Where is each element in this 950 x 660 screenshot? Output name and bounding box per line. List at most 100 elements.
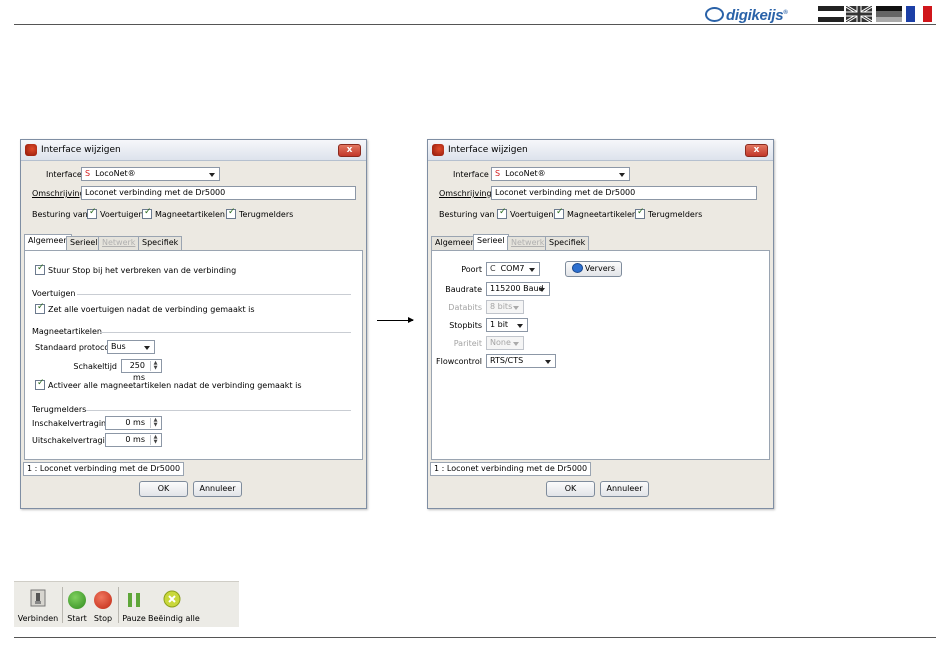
spinner-arrows-icon[interactable]: ▲ ▼ — [150, 435, 160, 445]
stopbits-select[interactable]: 1 bit — [486, 318, 528, 332]
control-toolbar: Verbinden Start Stop Pauze Beëindig alle — [14, 581, 239, 627]
chevron-down-icon — [144, 346, 150, 350]
stop-label: Stop — [93, 614, 113, 623]
activeer-magneet-checkbox[interactable] — [35, 378, 45, 390]
start-button[interactable]: Start — [65, 582, 89, 628]
voertuigen-check-label: Voertuigen — [510, 210, 554, 219]
interface-dialog-serieel: Interface wijzigen x Interface S LocoNet®… — [427, 139, 774, 509]
ok-button[interactable]: OK — [546, 481, 595, 497]
besturing-label: Besturing van — [32, 210, 88, 219]
chevron-down-icon — [513, 342, 519, 346]
header-divider — [14, 24, 936, 25]
interface-dialog-algemeen: Interface wijzigen x Interface S LocoNet®… — [20, 139, 367, 509]
start-label: Start — [67, 614, 87, 623]
terugmelders-check-label: Terugmelders — [239, 210, 294, 219]
zet-voertuigen-label: Zet alle voertuigen nadat de verbinding … — [48, 305, 255, 314]
protocol-select[interactable]: Bus — [107, 340, 155, 354]
uk-flag-icon[interactable] — [845, 4, 873, 24]
chevron-down-icon — [545, 360, 551, 364]
terugmelders-header: Terugmelders — [32, 405, 87, 414]
inschakel-spinner[interactable]: 0 ms ▲ ▼ — [105, 416, 162, 430]
tab-serieel[interactable]: Serieel — [473, 234, 509, 250]
terugmelders-checkbox[interactable] — [226, 207, 236, 219]
toolbar-separator — [62, 587, 63, 623]
magneetartikelen-checkbox[interactable] — [554, 207, 564, 219]
pause-icon — [128, 593, 140, 607]
stop-all-icon — [163, 590, 181, 608]
cancel-button[interactable]: Annuleer — [600, 481, 649, 497]
stopbits-label: Stopbits — [449, 321, 482, 330]
verbinden-label: Verbinden — [17, 614, 59, 623]
tab-specifiek[interactable]: Specifiek — [545, 236, 590, 250]
dialog-titlebar[interactable]: Interface wijzigen x — [21, 140, 366, 161]
uitschakel-label: Uitschakelvertraging — [32, 436, 115, 445]
schakeltijd-label: Schakeltijd — [73, 362, 117, 371]
poort-label: Poort — [461, 265, 482, 274]
magneetartikelen-check-label: Magneetartikelen — [155, 210, 225, 219]
baudrate-select[interactable]: 115200 Baud — [486, 282, 550, 296]
cancel-button[interactable]: Annuleer — [193, 481, 242, 497]
pariteit-label: Pariteit — [453, 339, 482, 348]
german-flag-icon[interactable] — [876, 6, 902, 22]
interface-value: LocoNet® — [95, 169, 136, 178]
schakeltijd-spinner[interactable]: 250 ms ▲ ▼ — [121, 359, 162, 382]
french-flag-icon[interactable] — [906, 6, 933, 22]
spinner-arrows-icon[interactable]: ▲ ▼ — [150, 418, 160, 428]
inschakel-value: 0 ms — [125, 418, 145, 427]
dialog-titlebar[interactable]: Interface wijzigen x — [428, 140, 773, 161]
poort-select[interactable]: C COM7 — [486, 262, 540, 276]
spinner-arrows-icon[interactable]: ▲ ▼ — [150, 361, 160, 371]
pauze-label: Pauze — [122, 614, 146, 623]
protocol-value: Bus — [111, 342, 126, 351]
beeindig-alle-button[interactable]: Beëindig alle — [148, 582, 200, 628]
flowcontrol-select[interactable]: RTS/CTS — [486, 354, 556, 368]
close-icon[interactable]: x — [338, 144, 361, 157]
interface-list-item[interactable]: 1 : Loconet verbinding met de Dr5000 — [430, 462, 592, 476]
digikeijs-logo: digikeijs® — [705, 5, 788, 24]
pauze-button[interactable]: Pauze — [120, 582, 148, 628]
verbinden-button[interactable]: Verbinden — [16, 582, 60, 628]
ververs-button[interactable]: Ververs — [565, 261, 622, 277]
arrow-right-icon — [377, 317, 414, 323]
stopbits-value: 1 bit — [490, 320, 509, 329]
dutch-flag-icon[interactable] — [818, 6, 844, 22]
footer-divider — [14, 637, 936, 638]
zet-voertuigen-checkbox[interactable] — [35, 302, 45, 314]
chevron-down-icon — [539, 288, 545, 292]
logo-text: digikeijs — [726, 7, 784, 24]
interface-select[interactable]: S LocoNet® — [81, 167, 220, 181]
interface-label: Interface — [46, 170, 82, 179]
voertuigen-checkbox[interactable] — [87, 207, 97, 219]
tab-serieel[interactable]: Serieel — [66, 236, 102, 250]
omschrijving-input[interactable]: Loconet verbinding met de Dr5000 — [491, 186, 757, 200]
omschrijving-input[interactable]: Loconet verbinding met de Dr5000 — [81, 186, 356, 200]
terugmelders-checkbox[interactable] — [635, 207, 645, 219]
stop-button[interactable]: Stop — [91, 582, 115, 628]
refresh-icon — [571, 263, 583, 273]
tab-specifiek[interactable]: Specifiek — [138, 236, 183, 250]
tab-netwerk: Netwerk — [507, 236, 549, 250]
poort-value: COM7 — [500, 264, 525, 273]
ok-button[interactable]: OK — [139, 481, 188, 497]
uitschakel-spinner[interactable]: 0 ms ▲ ▼ — [105, 433, 162, 447]
databits-select: 8 bits — [486, 300, 524, 314]
interface-list-item[interactable]: 1 : Loconet verbinding met de Dr5000 — [23, 462, 185, 476]
dialog-title: Interface wijzigen — [448, 145, 528, 155]
chevron-down-icon — [209, 173, 215, 177]
stuur-stop-checkbox[interactable] — [35, 263, 45, 275]
serieel-panel: Poort C COM7 Ververs Baudrate 115200 Baud… — [431, 250, 770, 460]
toolbar-separator — [118, 587, 119, 623]
interface-select[interactable]: S LocoNet® — [491, 167, 630, 181]
voertuigen-checkbox[interactable] — [497, 207, 507, 219]
magneetartikelen-header: Magneetartikelen — [32, 327, 102, 336]
tab-netwerk: Netwerk — [98, 236, 140, 250]
group-divider — [77, 294, 351, 295]
chevron-down-icon — [517, 324, 523, 328]
baudrate-label: Baudrate — [445, 285, 482, 294]
magneetartikelen-checkbox[interactable] — [142, 207, 152, 219]
interface-type-mark: S — [85, 169, 91, 178]
interface-type-mark: S — [495, 169, 501, 178]
close-icon[interactable]: x — [745, 144, 768, 157]
inschakel-label: Inschakelvertraging — [32, 419, 112, 428]
uitschakel-value: 0 ms — [125, 435, 145, 444]
